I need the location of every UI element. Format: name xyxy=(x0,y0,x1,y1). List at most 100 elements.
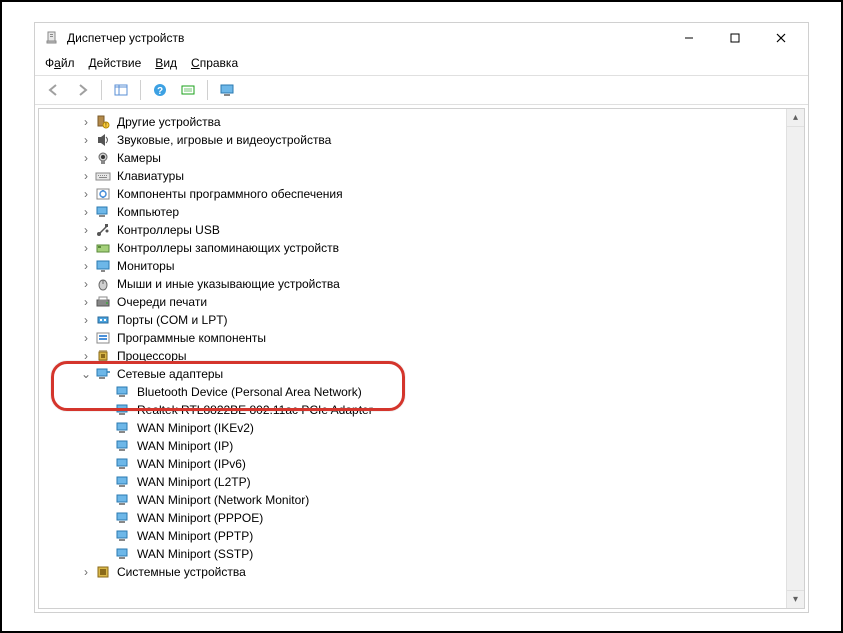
adapter-icon xyxy=(115,420,131,436)
scroll-down-arrow[interactable]: ▾ xyxy=(787,590,804,608)
expand-icon[interactable]: › xyxy=(79,565,93,579)
tree-label: Контроллеры запоминающих устройств xyxy=(115,239,341,257)
expand-icon[interactable]: › xyxy=(79,223,93,237)
tree-node-net-child-5[interactable]: WAN Miniport (L2TP) xyxy=(99,473,804,491)
tree-label: Другие устройства xyxy=(115,113,223,131)
adapter-icon xyxy=(115,474,131,490)
tree-label: WAN Miniport (Network Monitor) xyxy=(135,491,311,509)
expand-icon[interactable]: › xyxy=(79,151,93,165)
device-tree[interactable]: ›!Другие устройства›Звуковые, игровые и … xyxy=(39,109,804,608)
tree-node-trail-0[interactable]: ›Системные устройства xyxy=(79,563,804,581)
menu-help[interactable]: Справка xyxy=(191,56,238,70)
expand-icon[interactable]: › xyxy=(79,277,93,291)
audio-icon xyxy=(95,132,111,148)
toolbar-sep-2 xyxy=(140,80,141,100)
outer-frame: Диспетчер устройств Файл Действие Вид Сп… xyxy=(0,0,843,633)
expand-icon[interactable]: › xyxy=(79,187,93,201)
tree-node-cat-5[interactable]: ›Компьютер xyxy=(79,203,804,221)
expand-icon[interactable]: › xyxy=(79,133,93,147)
minimize-button[interactable] xyxy=(666,23,712,53)
tree-node-net-child-4[interactable]: WAN Miniport (IPv6) xyxy=(99,455,804,473)
tree-node-cat-12[interactable]: ›Программные компоненты xyxy=(79,329,804,347)
tree-node-net-child-8[interactable]: WAN Miniport (PPTP) xyxy=(99,527,804,545)
menu-action[interactable]: Действие xyxy=(89,56,142,70)
usb-icon xyxy=(95,222,111,238)
tree-label: Камеры xyxy=(115,149,163,167)
menubar: Файл Действие Вид Справка xyxy=(35,53,808,75)
tree-node-cat-4[interactable]: ›Компоненты программного обеспечения xyxy=(79,185,804,203)
device-manager-window: Диспетчер устройств Файл Действие Вид Сп… xyxy=(34,22,809,613)
system-icon xyxy=(95,564,111,580)
window-title: Диспетчер устройств xyxy=(67,31,184,45)
monitor-tool-button[interactable] xyxy=(214,77,240,103)
tree-node-cat-6[interactable]: › Контроллеры USB xyxy=(79,221,804,239)
adapter-icon xyxy=(115,546,131,562)
expand-icon[interactable]: › xyxy=(79,115,93,129)
swcomp-icon xyxy=(95,330,111,346)
tree-label: WAN Miniport (PPTP) xyxy=(135,527,255,545)
tree-label: Контроллеры USB xyxy=(115,221,222,239)
tree-node-cat-2[interactable]: › Камеры xyxy=(79,149,804,167)
menu-view[interactable]: Вид xyxy=(155,56,177,70)
toolbar-sep-3 xyxy=(207,80,208,100)
printqueue-icon xyxy=(95,294,111,310)
computer-icon xyxy=(95,204,111,220)
tree-label: Сетевые адаптеры xyxy=(115,365,225,383)
expand-icon[interactable]: › xyxy=(79,313,93,327)
tree-node-cat-13[interactable]: ›Процессоры xyxy=(79,347,804,365)
tree-node-cat-11[interactable]: ›Порты (COM и LPT) xyxy=(79,311,804,329)
menu-file[interactable]: Файл xyxy=(45,56,75,70)
tree-panel: ›!Другие устройства›Звуковые, игровые и … xyxy=(38,108,805,609)
camera-icon xyxy=(95,150,111,166)
tree-node-cat-0[interactable]: ›!Другие устройства xyxy=(79,113,804,131)
expand-icon[interactable]: › xyxy=(79,241,93,255)
tree-node-net-child-9[interactable]: WAN Miniport (SSTP) xyxy=(99,545,804,563)
maximize-button[interactable] xyxy=(712,23,758,53)
cpu-icon xyxy=(95,348,111,364)
tree-node-net-child-2[interactable]: WAN Miniport (IKEv2) xyxy=(99,419,804,437)
help-button[interactable]: ? xyxy=(147,77,173,103)
forward-button[interactable] xyxy=(69,77,95,103)
tree-node-net-child-1[interactable]: Realtek RTL8822BE 802.11ac PCIe Adapter xyxy=(99,401,804,419)
back-button[interactable] xyxy=(41,77,67,103)
titlebar: Диспетчер устройств xyxy=(35,23,808,53)
tree-label: WAN Miniport (SSTP) xyxy=(135,545,255,563)
expand-icon[interactable]: › xyxy=(79,349,93,363)
tree-node-cat-1[interactable]: ›Звуковые, игровые и видеоустройства xyxy=(79,131,804,149)
expand-icon[interactable]: › xyxy=(79,205,93,219)
vertical-scrollbar[interactable]: ▴ ▾ xyxy=(786,109,804,608)
keyboard-icon xyxy=(95,168,111,184)
software-icon xyxy=(95,186,111,202)
expand-icon[interactable]: › xyxy=(79,331,93,345)
show-hide-tree-button[interactable] xyxy=(108,77,134,103)
tree-node-net-child-3[interactable]: WAN Miniport (IP) xyxy=(99,437,804,455)
tree-node-cat-10[interactable]: ›Очереди печати xyxy=(79,293,804,311)
adapter-icon xyxy=(115,438,131,454)
app-icon xyxy=(45,30,61,46)
tree-node-cat-7[interactable]: › Контроллеры запоминающих устройств xyxy=(79,239,804,257)
scan-hardware-button[interactable] xyxy=(175,77,201,103)
tree-node-net-child-7[interactable]: WAN Miniport (PPPOE) xyxy=(99,509,804,527)
tree-label: Realtek RTL8822BE 802.11ac PCIe Adapter xyxy=(135,401,375,419)
adapter-icon xyxy=(115,492,131,508)
tree-node-net-child-0[interactable]: Bluetooth Device (Personal Area Network) xyxy=(99,383,804,401)
tree-node-network-adapters[interactable]: ⌄ Сетевые адаптерыBluetooth Device (Perso… xyxy=(79,365,804,563)
tree-label: Мониторы xyxy=(115,257,176,275)
expand-icon[interactable]: › xyxy=(79,295,93,309)
adapter-icon xyxy=(115,510,131,526)
tree-node-cat-3[interactable]: ›Клавиатуры xyxy=(79,167,804,185)
tree-label: WAN Miniport (IPv6) xyxy=(135,455,248,473)
adapter-icon xyxy=(115,384,131,400)
tree-node-net-child-6[interactable]: WAN Miniport (Network Monitor) xyxy=(99,491,804,509)
expand-icon[interactable]: › xyxy=(79,169,93,183)
collapse-icon[interactable]: ⌄ xyxy=(79,367,93,381)
tree-label: WAN Miniport (L2TP) xyxy=(135,473,253,491)
tree-node-cat-9[interactable]: › Мыши и иные указывающие устройства xyxy=(79,275,804,293)
tree-label: Мыши и иные указывающие устройства xyxy=(115,275,342,293)
close-button[interactable] xyxy=(758,23,804,53)
tree-label: Bluetooth Device (Personal Area Network) xyxy=(135,383,364,401)
expand-icon[interactable]: › xyxy=(79,259,93,273)
scroll-up-arrow[interactable]: ▴ xyxy=(787,109,804,127)
toolbar-sep-1 xyxy=(101,80,102,100)
tree-node-cat-8[interactable]: › Мониторы xyxy=(79,257,804,275)
